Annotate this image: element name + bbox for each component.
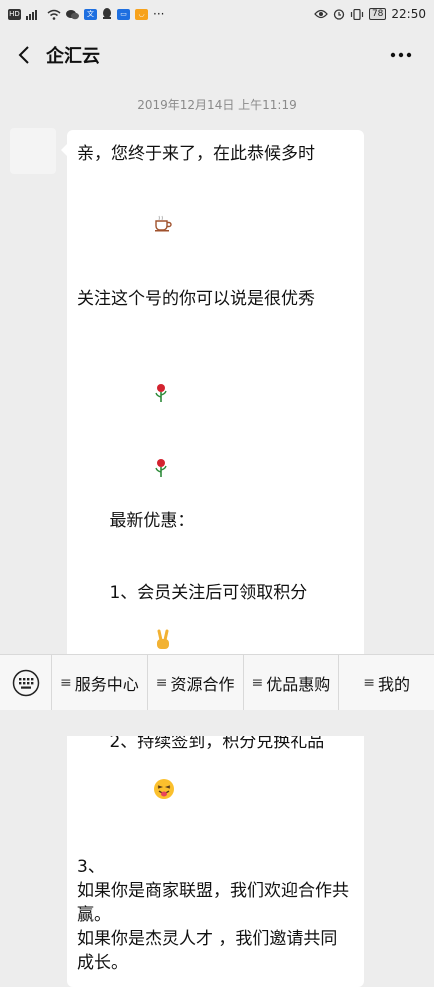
menu-item-service-center[interactable]: ≡ 服务中心 xyxy=(52,654,148,711)
message-line xyxy=(77,311,354,335)
menu-item-mine[interactable]: ≡ 我的 xyxy=(339,655,434,711)
wechat-icon xyxy=(66,9,79,20)
more-notifications-icon: ··· xyxy=(153,7,165,21)
vibrate-icon xyxy=(350,8,364,20)
message-line: 关注这个号的你可以说是很优秀 xyxy=(77,289,315,309)
menu-item-preferred-purchase[interactable]: ≡ 优品惠购 xyxy=(244,654,340,711)
avatar[interactable] xyxy=(10,128,56,174)
menu-item-resource-cooperation[interactable]: ≡ 资源合作 xyxy=(148,654,244,711)
message-bubble[interactable]: 亲，您终于来了，在此恭候多时 关注这个号的你可以说是很优秀 最新优惠： 1、会员… xyxy=(61,130,364,987)
menu-bar: ≡ 服务中心 ≡ 资源合作 ≡ 优品惠购 ≡ 我的 xyxy=(0,654,434,711)
message-line: 亲，您终于来了，在此恭候多时 xyxy=(77,144,315,164)
status-bar: HD 文 ▭ ◡ ··· 78 22:50 xyxy=(0,0,434,28)
status-right-icons: 78 22:50 xyxy=(314,7,426,21)
more-button[interactable] xyxy=(386,28,416,82)
tongue-face-emoji-icon xyxy=(109,754,174,831)
qq-icon xyxy=(102,8,112,20)
message-line: 如果你是商家联盟，我们欢迎合作共赢。 xyxy=(77,881,349,925)
rose-emoji-icon xyxy=(109,359,168,434)
message-line: 最新优惠： xyxy=(77,335,354,557)
eye-comfort-icon xyxy=(314,9,328,19)
message-timestamp: 2019年12月14日 上午11:19 xyxy=(137,98,297,112)
message-line: 3、 xyxy=(77,857,105,877)
chevron-left-icon xyxy=(18,46,29,64)
keyboard-toggle-button[interactable] xyxy=(0,654,52,711)
back-button[interactable] xyxy=(4,28,44,82)
status-time: 22:50 xyxy=(391,7,426,21)
chat-header: 企汇云 xyxy=(0,28,434,82)
shield-app-icon: ◡ xyxy=(135,8,148,20)
status-left-icons: HD 文 ▭ ◡ ··· xyxy=(8,7,164,21)
keyboard-icon xyxy=(12,669,39,696)
alarm-icon xyxy=(333,8,345,20)
more-dots-icon xyxy=(390,52,412,58)
hd-icon: HD xyxy=(8,8,21,20)
message-line: 如果你是杰灵人才 ，我们邀请共同成长。 xyxy=(77,929,338,973)
rose-emoji-icon xyxy=(109,434,168,509)
coffee-emoji-icon xyxy=(109,190,172,263)
menu-list-icon: ≡ xyxy=(251,674,264,691)
chat-title: 企汇云 xyxy=(46,46,100,67)
gesture-area xyxy=(0,710,434,736)
menu-list-icon: ≡ xyxy=(363,674,375,691)
message-line xyxy=(77,166,354,287)
message-app-icon: ▭ xyxy=(117,8,130,20)
signal-icon xyxy=(26,9,42,20)
wifi-icon xyxy=(47,9,61,20)
menu-list-icon: ≡ xyxy=(155,674,168,691)
menu-list-icon: ≡ xyxy=(60,674,72,691)
battery-icon: 78 xyxy=(368,8,387,20)
translate-app-icon: 文 xyxy=(84,8,97,20)
